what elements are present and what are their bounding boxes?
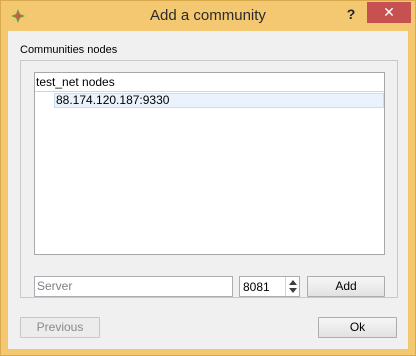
port-spinbox[interactable]: 8081	[239, 276, 300, 297]
spin-down-icon[interactable]	[289, 288, 297, 293]
port-stepper[interactable]	[285, 277, 299, 296]
close-button[interactable]: ✕	[367, 2, 411, 23]
nodes-tree[interactable]: test_net nodes 88.174.120.187:9330	[34, 72, 385, 255]
nodes-panel: test_net nodes 88.174.120.187:9330 Serve…	[20, 60, 398, 298]
tree-row-node[interactable]: 88.174.120.187:9330	[54, 93, 384, 108]
add-button[interactable]: Add	[307, 276, 385, 297]
server-input[interactable]: Server	[34, 276, 233, 297]
port-value: 8081	[243, 280, 270, 294]
dialog-window: Add a community ? ✕ Communities nodes te…	[0, 0, 416, 356]
title-bar[interactable]: Add a community ? ✕	[1, 1, 415, 31]
spin-up-icon[interactable]	[289, 280, 297, 285]
dialog-body: Communities nodes test_net nodes 88.174.…	[8, 31, 408, 349]
previous-button[interactable]: Previous	[20, 317, 100, 338]
help-button[interactable]: ?	[341, 4, 361, 24]
server-placeholder: Server	[37, 279, 73, 293]
communities-nodes-label: Communities nodes	[20, 44, 118, 56]
ok-button[interactable]: Ok	[318, 317, 397, 338]
tree-header[interactable]: test_net nodes	[35, 73, 384, 92]
